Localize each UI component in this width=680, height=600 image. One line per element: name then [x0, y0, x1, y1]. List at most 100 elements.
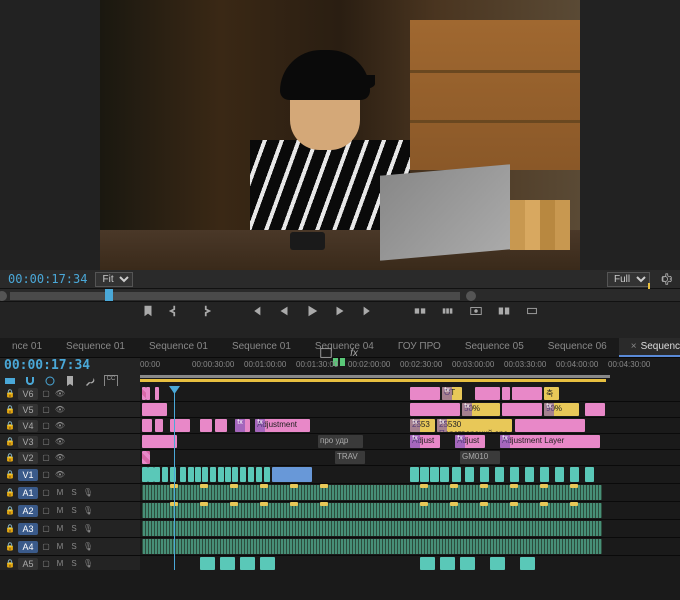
- quality-select[interactable]: Full: [607, 272, 650, 287]
- timeline-clip[interactable]: fx2553: [410, 419, 435, 432]
- timeline-clip[interactable]: [195, 467, 201, 482]
- timeline-clip[interactable]: fx25530 Перетворений one: [437, 419, 512, 432]
- mute-button[interactable]: M: [54, 558, 66, 570]
- track-target[interactable]: A5: [18, 558, 38, 570]
- audio-marker[interactable]: [450, 502, 458, 506]
- timeline-clip[interactable]: [256, 467, 262, 482]
- audio-marker[interactable]: [420, 502, 428, 506]
- audio-marker[interactable]: [260, 484, 268, 488]
- lock-icon[interactable]: 🔒: [4, 388, 16, 400]
- extract-icon[interactable]: [441, 304, 455, 318]
- track-target[interactable]: A1: [18, 487, 38, 499]
- sequence-tab[interactable]: Sequence 06: [536, 338, 619, 357]
- timeline-clip[interactable]: [180, 467, 186, 482]
- timeline-clip[interactable]: [232, 467, 238, 482]
- track-target[interactable]: V1: [18, 469, 38, 481]
- eye-icon[interactable]: 👁: [54, 452, 66, 464]
- solo-button[interactable]: S: [68, 523, 80, 535]
- voice-icon[interactable]: 🎙: [82, 558, 94, 570]
- audio-marker[interactable]: [420, 484, 428, 488]
- track-target[interactable]: V5: [18, 404, 38, 416]
- timeline-clip[interactable]: [154, 467, 160, 482]
- audio-clip[interactable]: [142, 485, 602, 500]
- timeline-clip[interactable]: [475, 387, 500, 400]
- wrench-icon[interactable]: [84, 375, 96, 387]
- timeline-clip[interactable]: fxОТ: [442, 387, 462, 400]
- timeline-clip[interactable]: [490, 557, 505, 570]
- timeline-clip[interactable]: [512, 387, 542, 400]
- timeline-clip[interactable]: [515, 419, 585, 432]
- sequence-tab[interactable]: nce 01: [0, 338, 54, 357]
- audio-marker[interactable]: [230, 484, 238, 488]
- sync-lock-icon[interactable]: ▢: [40, 558, 52, 570]
- timeline-clip[interactable]: [170, 467, 176, 482]
- voice-icon[interactable]: 🎙: [82, 487, 94, 499]
- timeline-clip[interactable]: [200, 557, 215, 570]
- track-target[interactable]: V6: [18, 388, 38, 400]
- voice-icon[interactable]: 🎙: [82, 505, 94, 517]
- timeline-clip[interactable]: про удр: [318, 435, 363, 448]
- timeline-clip[interactable]: [188, 467, 194, 482]
- audio-marker[interactable]: [290, 502, 298, 506]
- timeline-clip[interactable]: [264, 467, 270, 482]
- timeline-clip[interactable]: [570, 467, 579, 482]
- audio-marker[interactable]: [570, 502, 578, 506]
- zoom-select[interactable]: Fit: [95, 272, 133, 287]
- timeline-clip[interactable]: [540, 467, 549, 482]
- timeline-clip[interactable]: [510, 467, 519, 482]
- step-back-icon[interactable]: [277, 304, 291, 318]
- go-end-icon[interactable]: [361, 304, 375, 318]
- audio-clip[interactable]: [142, 539, 602, 554]
- timeline-clip[interactable]: [225, 467, 231, 482]
- timeline-playhead[interactable]: [174, 386, 175, 570]
- audio-marker[interactable]: [290, 484, 298, 488]
- lock-icon[interactable]: 🔒: [4, 452, 16, 464]
- cc-icon[interactable]: CC: [104, 375, 118, 387]
- mini-playhead[interactable]: [105, 289, 113, 301]
- timeline-clip[interactable]: [202, 467, 208, 482]
- eye-icon[interactable]: 👁: [54, 388, 66, 400]
- lock-icon[interactable]: 🔒: [4, 505, 16, 517]
- timeline-clip[interactable]: [146, 387, 150, 400]
- timeline-clip[interactable]: [272, 467, 312, 482]
- voice-icon[interactable]: 🎙: [82, 541, 94, 553]
- audio-marker[interactable]: [540, 484, 548, 488]
- timeline-clip[interactable]: [210, 467, 216, 482]
- mute-button[interactable]: M: [54, 487, 66, 499]
- timeline-clip[interactable]: fxAdjust: [455, 435, 485, 448]
- timeline-clip[interactable]: [525, 467, 534, 482]
- timeline-clip[interactable]: [440, 557, 455, 570]
- scroll-start-handle[interactable]: [0, 291, 7, 301]
- timeline-clip[interactable]: [410, 403, 460, 416]
- timeline-clip[interactable]: [585, 403, 605, 416]
- marker-2[interactable]: [340, 358, 345, 366]
- eye-icon[interactable]: 👁: [54, 420, 66, 432]
- timeline-clip[interactable]: [440, 467, 449, 482]
- audio-marker[interactable]: [510, 502, 518, 506]
- lock-icon[interactable]: 🔒: [4, 420, 16, 432]
- mute-button[interactable]: M: [54, 541, 66, 553]
- mini-scrubber[interactable]: [10, 292, 460, 300]
- timeline-clip[interactable]: fx50%: [462, 403, 500, 416]
- timeline-clip[interactable]: [200, 419, 212, 432]
- solo-button[interactable]: S: [68, 487, 80, 499]
- audio-marker[interactable]: [540, 502, 548, 506]
- timeline-clip[interactable]: [502, 403, 542, 416]
- sequence-tab[interactable]: Sequence 01: [220, 338, 303, 357]
- mark-out-icon[interactable]: [169, 304, 183, 318]
- timeline-clip[interactable]: [220, 557, 235, 570]
- audio-clip[interactable]: [142, 521, 602, 536]
- mini-timeline[interactable]: [0, 288, 680, 302]
- sequence-tab[interactable]: Sequence 01: [137, 338, 220, 357]
- play-icon[interactable]: [305, 304, 319, 318]
- audio-marker[interactable]: [450, 484, 458, 488]
- lock-icon[interactable]: 🔒: [4, 523, 16, 535]
- timeline-clip[interactable]: [170, 419, 190, 432]
- settings-icon[interactable]: [658, 272, 672, 286]
- timeline-clip[interactable]: [430, 467, 439, 482]
- eye-icon[interactable]: 👁: [54, 404, 66, 416]
- timeline-clip[interactable]: [555, 467, 564, 482]
- sync-lock-icon[interactable]: ▢: [40, 420, 52, 432]
- track-target[interactable]: A3: [18, 523, 38, 535]
- solo-button[interactable]: S: [68, 541, 80, 553]
